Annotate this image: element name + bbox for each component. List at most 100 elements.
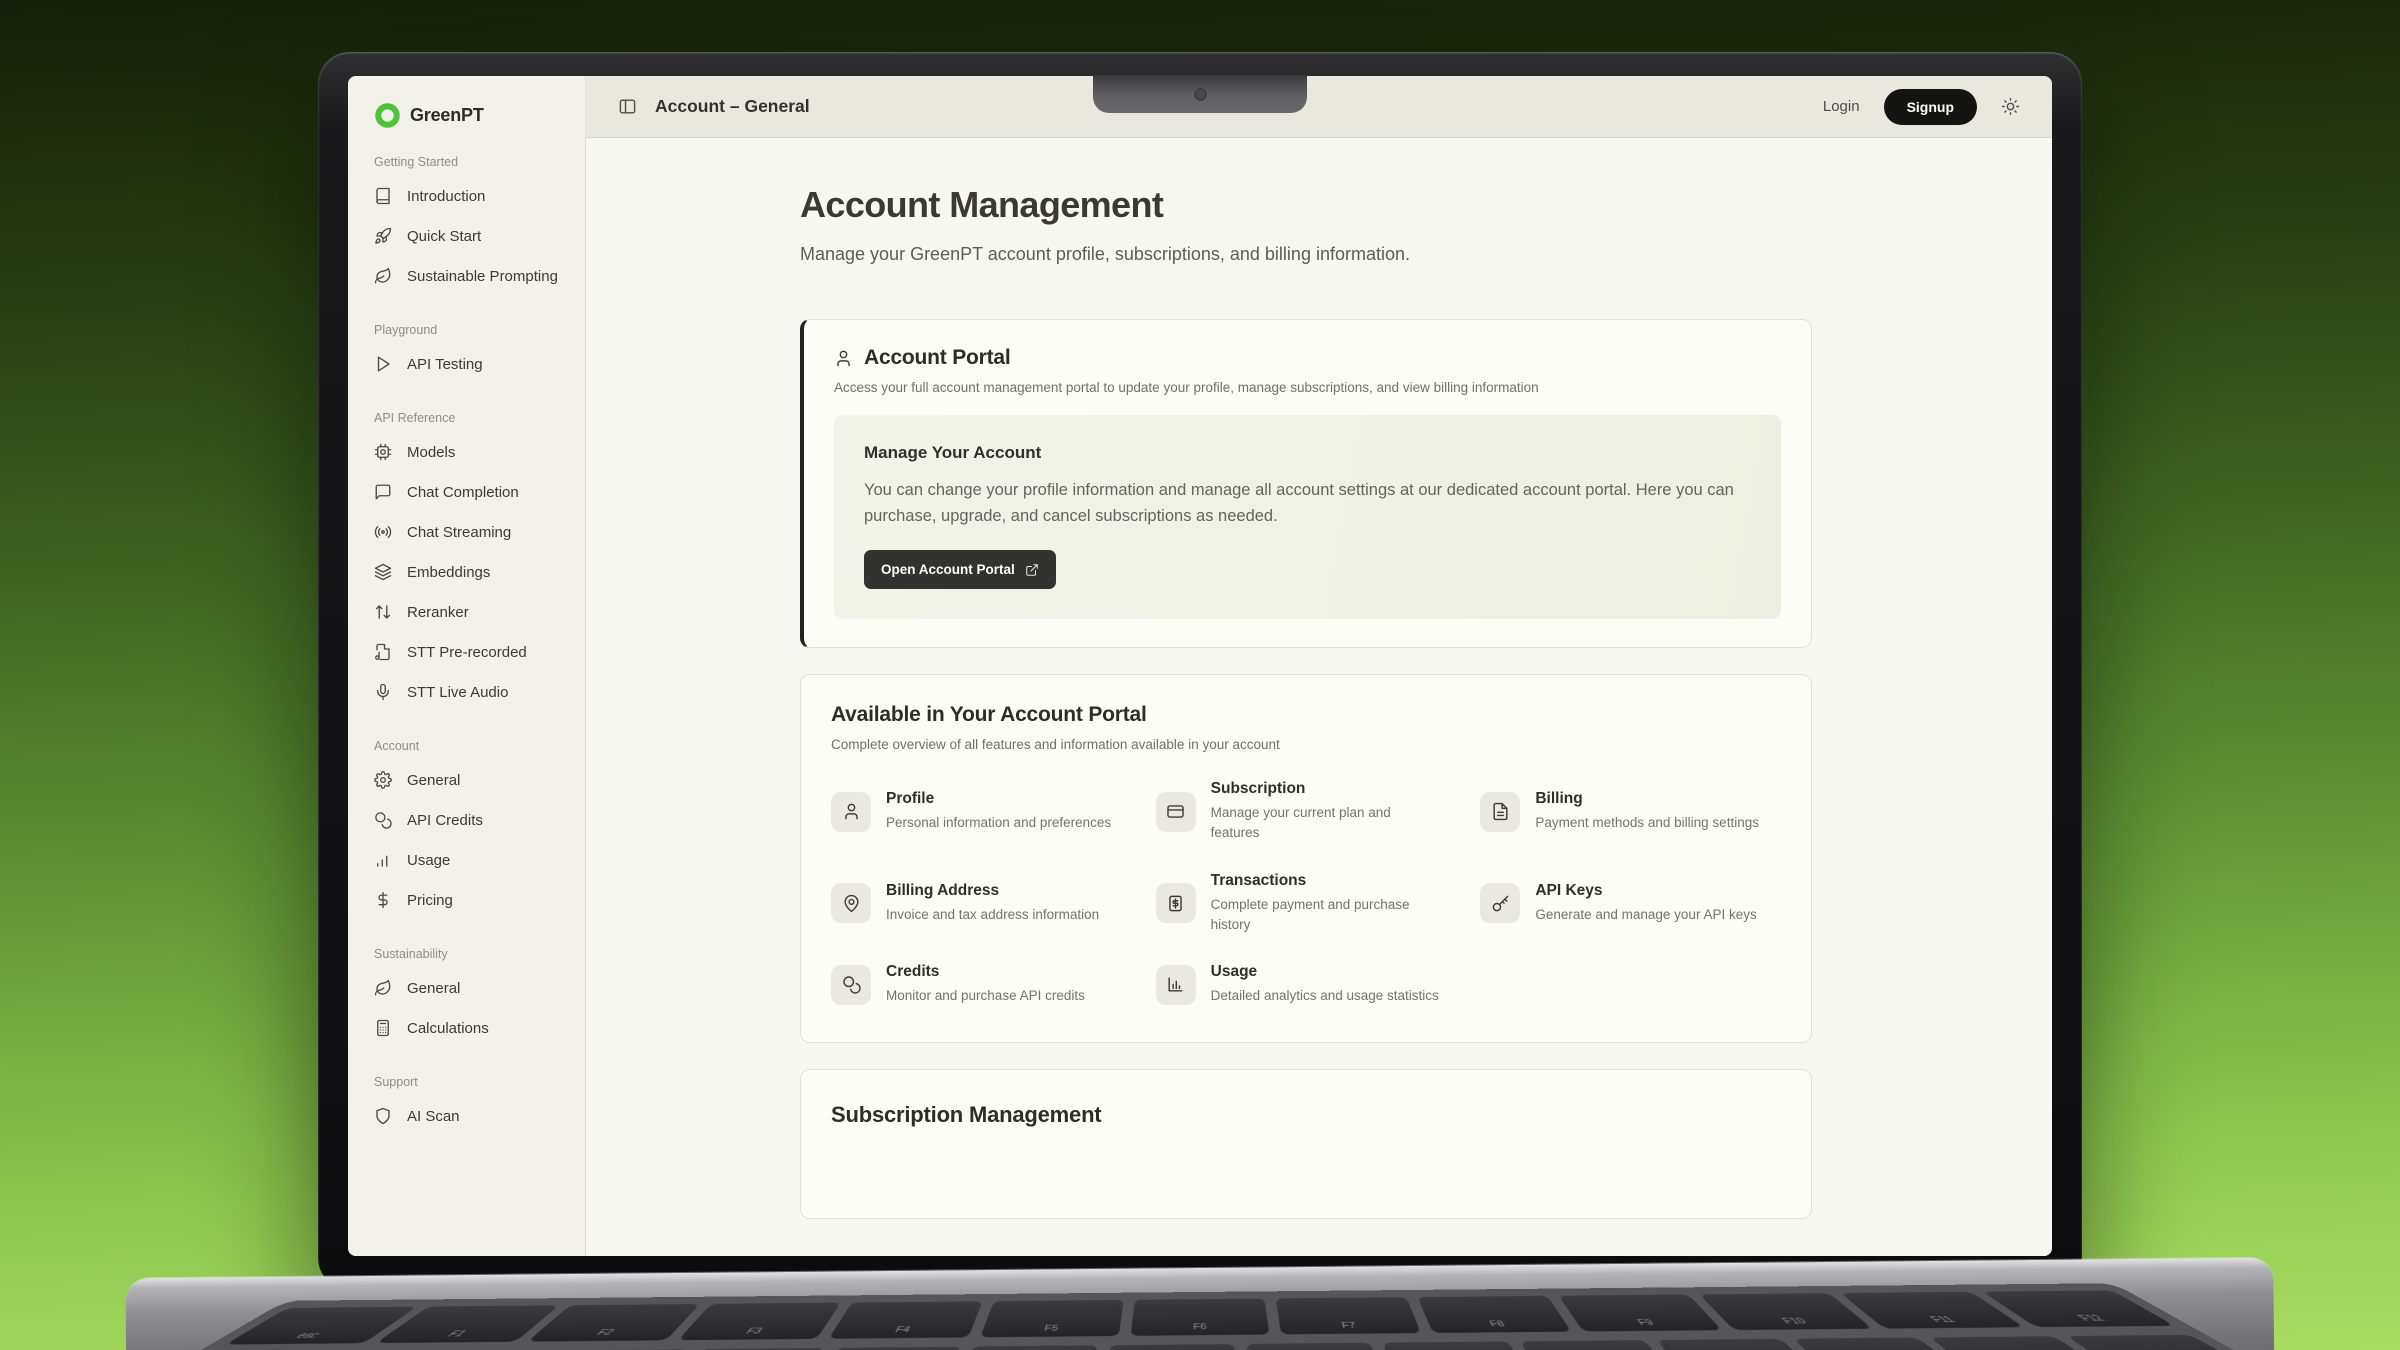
camera-notch — [1093, 75, 1307, 113]
sidebar-section-label: Sustainability — [374, 947, 575, 961]
sidebar-toggle-icon[interactable] — [618, 97, 637, 116]
dollar-icon — [374, 891, 392, 909]
sidebar-item-models[interactable]: Models — [374, 432, 575, 472]
main-column: Account – General Login Signup Account M… — [586, 76, 2052, 1256]
sidebar-item-label: Introduction — [407, 188, 485, 205]
portal-features-subtitle: Complete overview of all features and in… — [831, 737, 1781, 752]
sidebar-item-calculations[interactable]: Calculations — [374, 1008, 575, 1048]
manage-account-title: Manage Your Account — [864, 443, 1751, 463]
laptop: GreenPT Getting StartedIntroductionQuick… — [0, 0, 2400, 1350]
sidebar-item-label: Reranker — [407, 604, 469, 621]
sidebar-item-stt-pre-recorded[interactable]: STT Pre-recorded — [374, 632, 575, 672]
sidebar-item-label: Chat Streaming — [407, 524, 511, 541]
sidebar-item-label: API Credits — [407, 812, 483, 829]
feature-title: Transactions — [1211, 872, 1441, 890]
sidebar-item-label: Calculations — [407, 1020, 489, 1037]
sidebar-item-embeddings[interactable]: Embeddings — [374, 552, 575, 592]
sidebar-item-chat-completion[interactable]: Chat Completion — [374, 472, 575, 512]
keyboard-key: F4 — [829, 1301, 983, 1339]
play-icon — [374, 355, 392, 373]
sidebar-item-chat-streaming[interactable]: Chat Streaming — [374, 512, 575, 552]
keyboard-key: F9 — [1558, 1294, 1722, 1332]
sidebar-item-stt-live-audio[interactable]: STT Live Audio — [374, 672, 575, 712]
gear-icon — [374, 771, 392, 789]
sidebar-item-quick-start[interactable]: Quick Start — [374, 216, 575, 256]
map-pin-icon — [831, 883, 871, 923]
sidebar-item-label: Chat Completion — [407, 484, 519, 501]
feature-title: Credits — [886, 963, 1085, 981]
signup-button[interactable]: Signup — [1884, 89, 1977, 125]
keyboard-key: delete — [2065, 1334, 2265, 1350]
greenpt-logo-icon — [374, 102, 401, 129]
sidebar-item-general[interactable]: General — [374, 760, 575, 800]
subscription-management-card: Subscription Management — [800, 1069, 1812, 1219]
account-portal-card-title: Account Portal — [864, 346, 1011, 370]
feature-item-billing: BillingPayment methods and billing setti… — [1480, 780, 1781, 844]
sidebar-section-label: Support — [374, 1075, 575, 1089]
feature-grid: Profile Personal information and preferen… — [831, 780, 1781, 1006]
main-content: Account Management Manage your GreenPT a… — [586, 138, 2052, 1256]
sidebar-item-label: Models — [407, 444, 455, 461]
book-icon — [374, 187, 392, 205]
page-subtitle: Manage your GreenPT account profile, sub… — [800, 244, 2052, 265]
login-link[interactable]: Login — [1823, 98, 1860, 115]
feature-item-transactions: Transactions Complete payment and purchas… — [1156, 872, 1457, 936]
keyboard-key: F7 — [1276, 1297, 1421, 1335]
feature-text: BillingPayment methods and billing setti… — [1535, 790, 1759, 833]
keyboard: escF1F2F3F4F5F6F7F8F9F10F11F12`123456789… — [0, 1283, 2400, 1350]
sidebar-item-api-credits[interactable]: API Credits — [374, 800, 575, 840]
leaf-icon — [374, 267, 392, 285]
sidebar-section-label: Account — [374, 739, 575, 753]
shield-icon — [374, 1107, 392, 1125]
feature-description: Detailed analytics and usage statistics — [1211, 986, 1439, 1006]
laptop-screen: GreenPT Getting StartedIntroductionQuick… — [348, 76, 2052, 1256]
sidebar-item-label: Pricing — [407, 892, 453, 909]
sidebar-item-usage[interactable]: Usage — [374, 840, 575, 880]
calculator-icon — [374, 1019, 392, 1037]
account-portal-card-description: Access your full account management port… — [834, 380, 1781, 395]
cpu-icon — [374, 443, 392, 461]
chart-column-icon — [1156, 965, 1196, 1005]
sidebar-item-introduction[interactable]: Introduction — [374, 176, 575, 216]
keyboard-key: F5 — [980, 1299, 1124, 1337]
sidebar-item-label: Usage — [407, 852, 450, 869]
feature-description: Monitor and purchase API credits — [886, 986, 1085, 1006]
rocket-icon — [374, 227, 392, 245]
app-logo[interactable]: GreenPT — [374, 102, 575, 129]
manage-account-body: You can change your profile information … — [864, 478, 1751, 529]
topbar: Account – General Login Signup — [586, 76, 2052, 138]
feature-description: Personal information and preferences — [886, 813, 1111, 833]
feature-title: Profile — [886, 790, 1111, 808]
keyboard-key: 5 — [957, 1345, 1098, 1350]
keyboard-key: 6 — [1104, 1343, 1238, 1350]
feature-text: SubscriptionManage your current plan and… — [1211, 780, 1441, 844]
sidebar-item-api-testing[interactable]: API Testing — [374, 344, 575, 384]
file-text-icon — [1480, 792, 1520, 832]
manage-account-panel: Manage Your Account You can change your … — [834, 415, 1781, 619]
app-logo-text: GreenPT — [410, 105, 484, 126]
sidebar-item-pricing[interactable]: Pricing — [374, 880, 575, 920]
sidebar-item-reranker[interactable]: Reranker — [374, 592, 575, 632]
file-audio-icon — [374, 643, 392, 661]
coins-icon — [374, 811, 392, 829]
feature-description: Manage your current plan and features — [1211, 803, 1441, 844]
feature-title: Billing Address — [886, 882, 1099, 900]
feature-title: API Keys — [1535, 882, 1756, 900]
feature-text: API KeysGenerate and manage your API key… — [1535, 882, 1756, 925]
sidebar-item-ai-scan[interactable]: AI Scan — [374, 1096, 575, 1136]
message-square-icon — [374, 483, 392, 501]
key-icon — [1480, 883, 1520, 923]
sidebar-item-label: STT Live Audio — [407, 684, 508, 701]
feature-item-profile: Profile Personal information and preferen… — [831, 780, 1132, 844]
credit-card-icon — [1156, 792, 1196, 832]
sidebar-item-label: AI Scan — [407, 1108, 460, 1125]
webcam-dot — [1194, 88, 1207, 101]
sidebar-item-general[interactable]: General — [374, 968, 575, 1008]
open-account-portal-button[interactable]: Open Account Portal — [864, 550, 1056, 589]
theme-toggle-sun-icon[interactable] — [2001, 97, 2020, 116]
sidebar-item-sustainable-prompting[interactable]: Sustainable Prompting — [374, 256, 575, 296]
feature-description: Payment methods and billing settings — [1535, 813, 1759, 833]
sidebar-nav: Getting StartedIntroductionQuick StartSu… — [374, 155, 575, 1136]
account-portal-card: Account Portal Access your full account … — [800, 319, 1812, 648]
feature-description: Complete payment and purchase history — [1211, 895, 1441, 936]
